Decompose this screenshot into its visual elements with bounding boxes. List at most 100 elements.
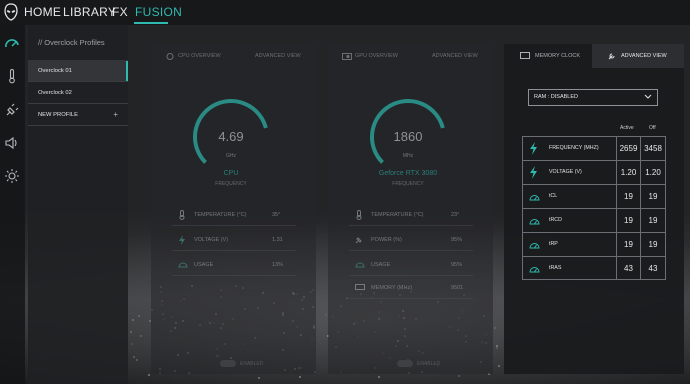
tab-advanced-view[interactable]: ADVANCED VIEW [592,44,684,68]
particle [496,347,498,349]
tab-gpu-overview[interactable]: GPU OVERVIEW [355,53,398,59]
power-plug-icon[interactable] [4,102,20,118]
nav-tab-library[interactable]: LIBRARY [63,5,116,19]
profile-item-overclock-02[interactable]: Overclock 02 [28,82,128,104]
cpu-toggle-label: ENABLED [240,361,264,367]
particle [138,315,140,317]
stat-value: 1.31 [272,237,283,243]
thermometer-icon[interactable] [4,68,20,84]
memory-off-value[interactable]: 3458 [641,137,665,160]
sun-brightness-icon[interactable] [4,168,20,184]
gpu-stat-memory: MEMORY (MHz) 9501 [349,277,473,299]
performance-gauge-icon[interactable] [4,36,20,52]
memory-row: tCL 19 19 [523,185,665,209]
profiles-title: // Overclock Profiles [38,38,105,47]
gauge-icon [529,195,540,201]
cpu-stat-voltage: VOLTAGE (V) 1.31 [172,229,296,251]
memory-off-value[interactable]: 19 [641,209,665,232]
particle [258,377,260,379]
stat-value: 95% [451,237,463,243]
top-nav-bar: HOME LIBRARY FX FUSION [0,0,690,25]
memory-row-label: tRCD [549,217,562,223]
memory-row-label: VOLTAGE (V) [549,169,582,175]
new-profile-button[interactable]: NEW PROFILE + [28,104,128,126]
memory-row: tRCD 19 19 [523,209,665,233]
alien-logo-icon[interactable] [4,3,18,21]
side-rail [0,25,25,384]
cpu-overview-card: CPU OVERVIEW ADVANCED VIEW 4.69 GHz CPU … [151,44,316,374]
stat-label: VOLTAGE (V) [194,237,229,243]
stat-value: 23° [451,212,460,218]
speaker-icon[interactable] [4,135,20,151]
memory-off-value[interactable]: 1.20 [641,161,665,184]
thermometer-icon [356,210,362,220]
memory-clock-panel: MEMORY CLOCK ADVANCED VIEW RAM : DISABLE… [504,44,684,374]
memory-active-value[interactable]: 2659 [617,137,641,160]
tab-advanced-view[interactable]: ADVANCED VIEW [432,53,478,59]
profile-item-overclock-01[interactable]: Overclock 01 [28,60,128,82]
gpu-stat-power: POWER (%) 95% [349,229,473,251]
select-value: RAM : DISABLED [534,94,579,100]
gpu-stat-temperature: TEMPERATURE (°C) 23° [349,204,473,226]
active-tab-underline [134,22,168,24]
ram-profile-select[interactable]: RAM : DISABLED [528,89,658,106]
plug-icon [355,237,362,244]
memory-row-name-cell: tRP [523,233,617,256]
tab-cpu-overview[interactable]: CPU OVERVIEW [178,53,221,59]
memory-icon [520,52,530,59]
particle [378,376,380,378]
tab-label: ADVANCED VIEW [621,53,667,59]
thermometer-icon [179,210,185,220]
particle [133,356,135,358]
memory-row: VOLTAGE (V) 1.20 1.20 [523,161,665,185]
stat-value: 13% [272,262,284,268]
gauge-icon [529,267,540,273]
tab-memory-clock[interactable]: MEMORY CLOCK [504,44,592,68]
memory-off-value[interactable]: 43 [641,257,665,280]
gpu-icon [342,53,352,60]
gpu-name: Geforce RTX 3080 [378,170,438,177]
memory-active-value[interactable]: 19 [617,209,641,232]
tab-advanced-view[interactable]: ADVANCED VIEW [255,53,301,59]
memory-row-label: tRP [549,241,558,247]
memory-active-value[interactable]: 1.20 [617,161,641,184]
particle [325,314,327,316]
profile-label: NEW PROFILE [38,112,78,118]
cpu-name: CPU [223,170,239,177]
memory-icon [355,284,365,290]
gpu-frequency-unit: MHz [402,153,414,159]
memory-active-value[interactable]: 19 [617,185,641,208]
particle [148,374,150,376]
nav-tab-home[interactable]: HOME [24,5,61,19]
gpu-toggle-label: ENABLED [417,361,441,367]
cpu-stat-temperature: TEMPERATURE (°C) 35° [172,204,296,226]
add-icon[interactable]: + [113,104,118,126]
nav-tab-fx[interactable]: FX [112,5,128,19]
gpu-frequency-value: 1860 [393,129,423,144]
memory-row: tRP 19 19 [523,233,665,257]
particle [132,319,134,321]
memory-row-name-cell: FREQUENCY (MHZ) [523,137,617,160]
memory-row-name-cell: tRAS [523,257,617,280]
particle [458,375,460,377]
particle [498,365,500,367]
wrench-icon [608,53,615,60]
stat-label: USAGE [194,262,214,268]
gpu-enable-toggle[interactable] [397,360,413,367]
profile-label: Overclock 01 [38,68,72,74]
memory-off-value[interactable]: 19 [641,185,665,208]
memory-row-name-cell: tRCD [523,209,617,232]
cpu-frequency-value: 4.69 [218,129,244,144]
memory-off-value[interactable]: 19 [641,233,665,256]
gpu-overview-card: GPU OVERVIEW ADVANCED VIEW 1860 MHz Gefo… [328,44,493,374]
memory-row-name-cell: tCL [523,185,617,208]
memory-row-label: FREQUENCY (MHZ) [549,145,599,151]
memory-row-label: tRAS [549,265,562,271]
stat-label: TEMPERATURE (°C) [371,212,424,218]
cpu-enable-toggle[interactable] [220,360,236,367]
nav-tab-fusion[interactable]: FUSION [135,5,182,19]
gauge-icon [529,243,540,249]
memory-active-value[interactable]: 19 [617,233,641,256]
memory-active-value[interactable]: 43 [617,257,641,280]
overclock-profiles-panel: // Overclock Profiles Overclock 01 Overc… [28,25,128,384]
